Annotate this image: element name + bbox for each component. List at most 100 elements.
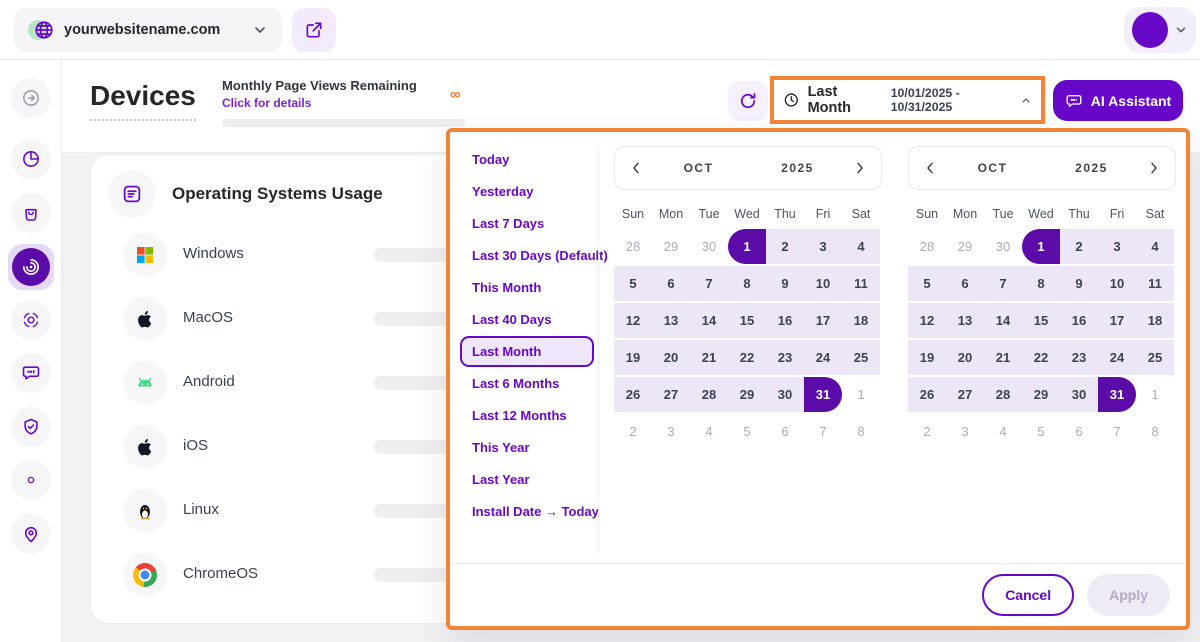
- preset-this-year[interactable]: This Year: [460, 432, 542, 463]
- day-cell[interactable]: 4: [690, 414, 728, 449]
- day-cell[interactable]: 7: [804, 414, 842, 449]
- day-cell[interactable]: 3: [946, 414, 984, 449]
- day-cell[interactable]: 26: [614, 377, 652, 412]
- day-cell[interactable]: 7: [1098, 414, 1136, 449]
- sidebar-item-chat-bubble[interactable]: [11, 353, 51, 393]
- day-cell[interactable]: 27: [946, 377, 984, 412]
- sidebar-item-panel-toggle[interactable]: [11, 78, 51, 118]
- account-menu[interactable]: [1124, 7, 1196, 53]
- day-cell[interactable]: 2: [908, 414, 946, 449]
- day-cell[interactable]: 9: [766, 266, 804, 301]
- day-cell[interactable]: 31: [1098, 377, 1136, 412]
- preset-last-month[interactable]: Last Month: [460, 336, 594, 367]
- day-cell[interactable]: 18: [842, 303, 880, 338]
- day-cell[interactable]: 13: [652, 303, 690, 338]
- day-cell[interactable]: 6: [652, 266, 690, 301]
- day-cell[interactable]: 29: [652, 229, 690, 264]
- day-cell[interactable]: 19: [614, 340, 652, 375]
- preset-install-date-today[interactable]: Install Date → Today: [460, 496, 611, 527]
- ai-assistant-button[interactable]: AI Assistant: [1053, 80, 1183, 121]
- day-cell[interactable]: 1: [1022, 229, 1060, 264]
- sidebar-item-shield-check[interactable]: [11, 407, 51, 447]
- day-cell[interactable]: 22: [728, 340, 766, 375]
- day-cell[interactable]: 20: [652, 340, 690, 375]
- day-cell[interactable]: 8: [1022, 266, 1060, 301]
- day-cell[interactable]: 19: [908, 340, 946, 375]
- preset-last-12-months[interactable]: Last 12 Months: [460, 400, 579, 431]
- day-cell[interactable]: 16: [1060, 303, 1098, 338]
- day-cell[interactable]: 30: [690, 229, 728, 264]
- preset-last-year[interactable]: Last Year: [460, 464, 542, 495]
- cancel-button[interactable]: Cancel: [982, 574, 1074, 616]
- day-cell[interactable]: 4: [984, 414, 1022, 449]
- day-cell[interactable]: 28: [908, 229, 946, 264]
- sidebar-item-shopping-bag[interactable]: [11, 193, 51, 233]
- day-cell[interactable]: 30: [984, 229, 1022, 264]
- day-cell[interactable]: 1: [842, 377, 880, 412]
- day-cell[interactable]: 5: [1022, 414, 1060, 449]
- day-cell[interactable]: 16: [766, 303, 804, 338]
- date-range-button[interactable]: Last Month 10/01/2025 - 10/31/2025: [770, 76, 1045, 124]
- refresh-button[interactable]: [728, 81, 768, 121]
- day-cell[interactable]: 7: [984, 266, 1022, 301]
- day-cell[interactable]: 30: [1060, 377, 1098, 412]
- day-cell[interactable]: 10: [1098, 266, 1136, 301]
- preset-yesterday[interactable]: Yesterday: [460, 176, 545, 207]
- day-cell[interactable]: 14: [984, 303, 1022, 338]
- day-cell[interactable]: 3: [652, 414, 690, 449]
- day-cell[interactable]: 23: [1060, 340, 1098, 375]
- preset-last-30-days-default[interactable]: Last 30 Days (Default): [460, 240, 620, 271]
- day-cell[interactable]: 29: [1022, 377, 1060, 412]
- day-cell[interactable]: 27: [652, 377, 690, 412]
- preset-last-6-months[interactable]: Last 6 Months: [460, 368, 571, 399]
- preset-this-month[interactable]: This Month: [460, 272, 553, 303]
- day-cell[interactable]: 28: [690, 377, 728, 412]
- next-month-button[interactable]: [1141, 160, 1167, 176]
- day-cell[interactable]: 5: [728, 414, 766, 449]
- day-cell[interactable]: 6: [946, 266, 984, 301]
- site-selector[interactable]: yourwebsitename.com: [14, 8, 282, 52]
- next-month-button[interactable]: [847, 160, 873, 176]
- sidebar-item-settings-gear[interactable]: [11, 460, 51, 500]
- day-cell[interactable]: 9: [1060, 266, 1098, 301]
- day-cell[interactable]: 11: [1136, 266, 1174, 301]
- day-cell[interactable]: 28: [614, 229, 652, 264]
- day-cell[interactable]: 6: [766, 414, 804, 449]
- day-cell[interactable]: 23: [766, 340, 804, 375]
- day-cell[interactable]: 3: [1098, 229, 1136, 264]
- day-cell[interactable]: 8: [1136, 414, 1174, 449]
- day-cell[interactable]: 10: [804, 266, 842, 301]
- avatar[interactable]: [1132, 12, 1168, 48]
- day-cell[interactable]: 25: [842, 340, 880, 375]
- preset-last-40-days[interactable]: Last 40 Days: [460, 304, 564, 335]
- day-cell[interactable]: 20: [946, 340, 984, 375]
- day-cell[interactable]: 11: [842, 266, 880, 301]
- day-cell[interactable]: 28: [984, 377, 1022, 412]
- day-cell[interactable]: 5: [908, 266, 946, 301]
- day-cell[interactable]: 6: [1060, 414, 1098, 449]
- sidebar-item-pie-chart[interactable]: [11, 139, 51, 179]
- day-cell[interactable]: 21: [984, 340, 1022, 375]
- day-cell[interactable]: 7: [690, 266, 728, 301]
- preset-last-7-days[interactable]: Last 7 Days: [460, 208, 556, 239]
- day-cell[interactable]: 3: [804, 229, 842, 264]
- day-cell[interactable]: 13: [946, 303, 984, 338]
- day-cell[interactable]: 29: [946, 229, 984, 264]
- day-cell[interactable]: 21: [690, 340, 728, 375]
- day-cell[interactable]: 2: [1060, 229, 1098, 264]
- open-website-button[interactable]: [292, 8, 336, 52]
- day-cell[interactable]: 1: [728, 229, 766, 264]
- day-cell[interactable]: 8: [842, 414, 880, 449]
- day-cell[interactable]: 4: [842, 229, 880, 264]
- day-cell[interactable]: 12: [614, 303, 652, 338]
- apply-button[interactable]: Apply: [1087, 574, 1170, 616]
- day-cell[interactable]: 22: [1022, 340, 1060, 375]
- prev-month-button[interactable]: [623, 160, 649, 176]
- day-cell[interactable]: 24: [804, 340, 842, 375]
- day-cell[interactable]: 29: [728, 377, 766, 412]
- day-cell[interactable]: 8: [728, 266, 766, 301]
- day-cell[interactable]: 14: [690, 303, 728, 338]
- day-cell[interactable]: 17: [804, 303, 842, 338]
- day-cell[interactable]: 15: [1022, 303, 1060, 338]
- day-cell[interactable]: 2: [614, 414, 652, 449]
